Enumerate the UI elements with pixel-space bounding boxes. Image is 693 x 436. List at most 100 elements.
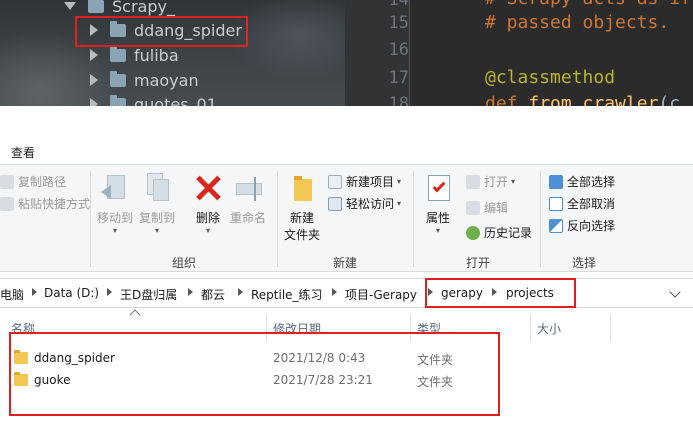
copy-path-icon	[0, 174, 14, 189]
open-label: 打开	[484, 175, 509, 189]
chevron-right-icon[interactable]	[238, 288, 243, 296]
delete-icon	[194, 173, 222, 205]
ribbon: 复制路径 粘贴快捷方式 移动到 ▾ 复制到 ▾ 删除 ▾ 重命名 组织 新建 文…	[0, 164, 693, 272]
easy-access-label: 轻松访问	[346, 197, 395, 211]
rename-label: 重命名	[230, 211, 267, 225]
new-folder-icon	[288, 173, 316, 205]
chevron-down-icon[interactable]	[669, 286, 681, 298]
chevron-right-icon[interactable]	[188, 288, 193, 296]
invert-selection-label: 反向选择	[567, 219, 616, 233]
group-label-open: 打开	[466, 256, 491, 270]
delete-button[interactable]: 删除 ▾	[194, 173, 222, 235]
copy-path-label: 复制路径	[18, 175, 67, 189]
paste-shortcut-button[interactable]: 粘贴快捷方式	[0, 195, 90, 212]
move-to-button[interactable]: 移动到 ▾	[97, 173, 133, 235]
new-folder-button[interactable]: 新建 文件夹	[284, 173, 320, 243]
chevron-right-icon[interactable]	[107, 288, 112, 296]
chevron-down-icon: ▾	[155, 226, 160, 235]
group-divider	[540, 171, 541, 267]
copy-to-button[interactable]: 复制到 ▾	[139, 173, 175, 235]
group-label-select: 选择	[572, 256, 597, 270]
group-label-organize: 组织	[172, 256, 197, 270]
chevron-down-icon[interactable]	[64, 2, 76, 10]
chevron-right-icon[interactable]	[90, 98, 98, 106]
line-number: 17	[388, 68, 409, 88]
code-function-name: from_crawler	[528, 93, 659, 106]
select-none-label: 全部取消	[567, 197, 616, 211]
rename-icon	[234, 173, 262, 205]
new-folder-label: 新建	[290, 211, 315, 225]
breadcrumb-item[interactable]: 项目-Gerapy	[345, 286, 417, 303]
ide-window: Scrapy_ ddang_spider fuliba maoyan quote…	[0, 0, 693, 106]
file-explorer: 查看 复制路径 粘贴快捷方式 移动到 ▾ 复制到 ▾ 删除 ▾ 重命名 组织 新…	[0, 106, 693, 436]
code-editor[interactable]: 14 15 16 17 18 # Scrapy acts as if # pas…	[345, 0, 693, 106]
tree-item-label: maoyan	[134, 70, 199, 90]
chevron-down-icon: ▾	[435, 226, 440, 235]
select-all-icon	[549, 174, 563, 189]
tree-item-quotes[interactable]: quotes_01	[90, 92, 217, 106]
edit-label: 编辑	[484, 201, 509, 215]
chevron-right-icon[interactable]	[90, 74, 98, 86]
select-all-label: 全部选择	[567, 175, 616, 189]
breadcrumb-item[interactable]: Reptile_练习	[251, 286, 323, 303]
edit-button[interactable]: 编辑	[466, 199, 508, 216]
group-divider	[90, 171, 91, 267]
easy-access-button[interactable]: 轻松访问 ▾	[328, 195, 401, 212]
invert-selection-icon	[549, 218, 563, 233]
chevron-right-icon[interactable]	[332, 288, 337, 296]
column-header-size[interactable]: 大小	[537, 320, 561, 337]
chevron-down-icon: ▾	[397, 177, 402, 186]
copy-to-label: 复制到	[139, 211, 176, 225]
breadcrumb-item[interactable]: 电脑	[0, 286, 24, 303]
properties-button[interactable]: 属性 ▾	[424, 173, 452, 235]
rename-button[interactable]: 重命名	[230, 173, 266, 226]
chevron-right-icon[interactable]	[90, 49, 98, 61]
paste-shortcut-label: 粘贴快捷方式	[18, 197, 91, 211]
select-none-button[interactable]: 全部取消	[549, 195, 615, 212]
column-divider[interactable]	[610, 316, 611, 340]
code-line: @classmethod	[485, 67, 616, 88]
new-item-button[interactable]: 新建项目 ▾	[328, 173, 401, 190]
line-gutter: 14 15 16 17 18	[345, 0, 409, 106]
paste-shortcut-icon	[0, 196, 14, 211]
new-item-label: 新建项目	[346, 175, 395, 189]
folder-icon	[110, 45, 126, 62]
group-divider	[413, 171, 414, 267]
tree-item-label: fuliba	[134, 45, 179, 65]
move-to-label: 移动到	[97, 211, 134, 225]
code-text: (c	[658, 93, 681, 106]
tab-view[interactable]: 查看	[11, 144, 35, 161]
folder-icon	[110, 70, 126, 87]
history-label: 历史记录	[484, 226, 533, 240]
tree-item-maoyan[interactable]: maoyan	[90, 68, 199, 92]
copy-path-button[interactable]: 复制路径	[0, 173, 66, 190]
address-bar[interactable]: 电脑 Data (D:) 王D盘归属 都云 Reptile_练习 项目-Gera…	[0, 278, 693, 308]
breadcrumb-item[interactable]: 王D盘归属	[120, 286, 177, 303]
edit-icon	[466, 200, 480, 215]
highlight-box	[9, 332, 500, 416]
tree-item-label: Scrapy_	[112, 0, 175, 16]
select-all-button[interactable]: 全部选择	[549, 173, 615, 190]
line-number: 16	[388, 40, 409, 60]
breadcrumb-item[interactable]: Data (D:)	[44, 286, 99, 300]
breadcrumb-item[interactable]: 都云	[201, 286, 225, 303]
invert-selection-button[interactable]: 反向选择	[549, 217, 615, 234]
line-number: 15	[388, 13, 409, 33]
code-line: def from_crawler(c	[485, 93, 680, 106]
chevron-down-icon: ▾	[113, 226, 118, 235]
history-icon	[466, 225, 480, 240]
properties-icon	[424, 173, 452, 205]
line-number: 14	[388, 0, 409, 10]
sort-ascending-icon[interactable]	[129, 309, 141, 321]
open-icon	[466, 174, 480, 189]
select-none-icon	[549, 196, 563, 211]
history-button[interactable]: 历史记录	[466, 224, 532, 241]
code-line: # Scrapy acts as if	[485, 0, 691, 9]
chevron-right-icon[interactable]	[32, 288, 37, 296]
copy-to-icon	[143, 173, 171, 205]
new-folder-label-line2: 文件夹	[284, 228, 321, 242]
open-button[interactable]: 打开 ▾	[466, 173, 515, 190]
tree-item-label: quotes_01	[134, 94, 217, 107]
column-divider[interactable]	[530, 316, 531, 340]
code-keyword: def	[485, 93, 518, 106]
